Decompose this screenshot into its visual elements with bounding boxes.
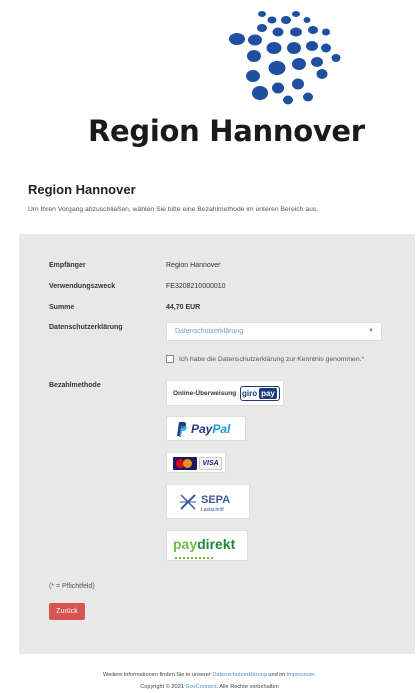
paypal-brand-a: Pay [191, 422, 213, 436]
paypal-p-icon [175, 421, 187, 437]
purpose-value: FE3208210000010 [166, 283, 226, 290]
imprint-link[interactable]: Impressum [287, 672, 315, 678]
sepa-subtitle: Lastschrift [201, 507, 224, 513]
required-note: (* = Pflichtfeld) [49, 583, 95, 590]
paydirekt-dots [175, 554, 213, 559]
paydirekt-option[interactable]: paydirekt [166, 530, 248, 561]
footer-info: Weitere Informationen finden Sie in unse… [0, 672, 419, 678]
page-title: Region Hannover [28, 182, 136, 197]
giropay-logo: giro pay [240, 386, 280, 401]
purpose-label: Verwendungszweck [49, 283, 116, 290]
sepa-icon [179, 493, 197, 511]
credit-card-option[interactable]: VISA [166, 452, 226, 473]
consent-text: Ich habe die Datenschutzerklärung zur Ke… [179, 355, 365, 363]
privacy-select-value: Datenschutzerklärung [175, 328, 244, 335]
back-button[interactable]: Zurück [49, 603, 85, 620]
paydirekt-brand-a: pay [173, 536, 198, 552]
logo-dots-graphic [229, 11, 341, 105]
giropay-brand-b: pay [259, 387, 277, 399]
consent-checkbox[interactable] [166, 355, 174, 363]
privacy-label: Datenschutzerklärung [49, 324, 123, 331]
giropay-option[interactable]: Online-Überweisung giro pay [166, 380, 284, 406]
paypal-option[interactable]: PayPal [166, 416, 246, 441]
copyright-suffix: . Alle Rechte vorbehalten [216, 684, 279, 690]
paydirekt-wordmark: paydirekt [173, 536, 235, 552]
payment-method-label: Bezahlmethode [49, 382, 101, 389]
recipient-value: Region Hannover [166, 262, 221, 269]
page-intro: Um Ihren Vorgang abzuschließen, wählen S… [28, 206, 319, 213]
govconnect-link[interactable]: GovConnect [185, 684, 216, 690]
footer-info-mid: und im [268, 672, 286, 678]
brand-wordmark: Region Hannover [88, 114, 365, 148]
mastercard-icon [173, 457, 197, 470]
sepa-option[interactable]: SEPA Lastschrift [166, 484, 250, 519]
footer-copyright: Copyright © 2021 GovConnect. Alle Rechte… [0, 684, 419, 690]
giropay-brand-a: giro [242, 388, 258, 398]
recipient-label: Empfänger [49, 262, 86, 269]
copyright-text: Copyright © 2021 [140, 684, 184, 690]
payment-panel [19, 234, 415, 654]
sum-label: Summe [49, 304, 75, 311]
footer-info-end: . [314, 672, 316, 678]
region-hannover-logo: Region Hannover [0, 0, 419, 160]
sepa-title: SEPA [201, 494, 231, 506]
privacy-link[interactable]: Datenschutzerklärung [212, 672, 266, 678]
giropay-prefix: Online-Überweisung [173, 390, 237, 397]
footer-info-text: Weitere Informationen finden Sie in unse… [103, 672, 211, 678]
paydirekt-brand-b: direkt [197, 536, 236, 552]
chevron-down-icon: ▼ [368, 328, 374, 334]
sum-value: 44,70 EUR [166, 304, 201, 311]
consent-checkbox-row[interactable]: Ich habe die Datenschutzerklärung zur Ke… [166, 355, 364, 363]
visa-icon: VISA [199, 457, 222, 470]
privacy-select[interactable]: Datenschutzerklärung ▼ [166, 322, 382, 341]
paypal-brand-b: Pal [212, 422, 231, 436]
paypal-wordmark: PayPal [191, 422, 230, 436]
